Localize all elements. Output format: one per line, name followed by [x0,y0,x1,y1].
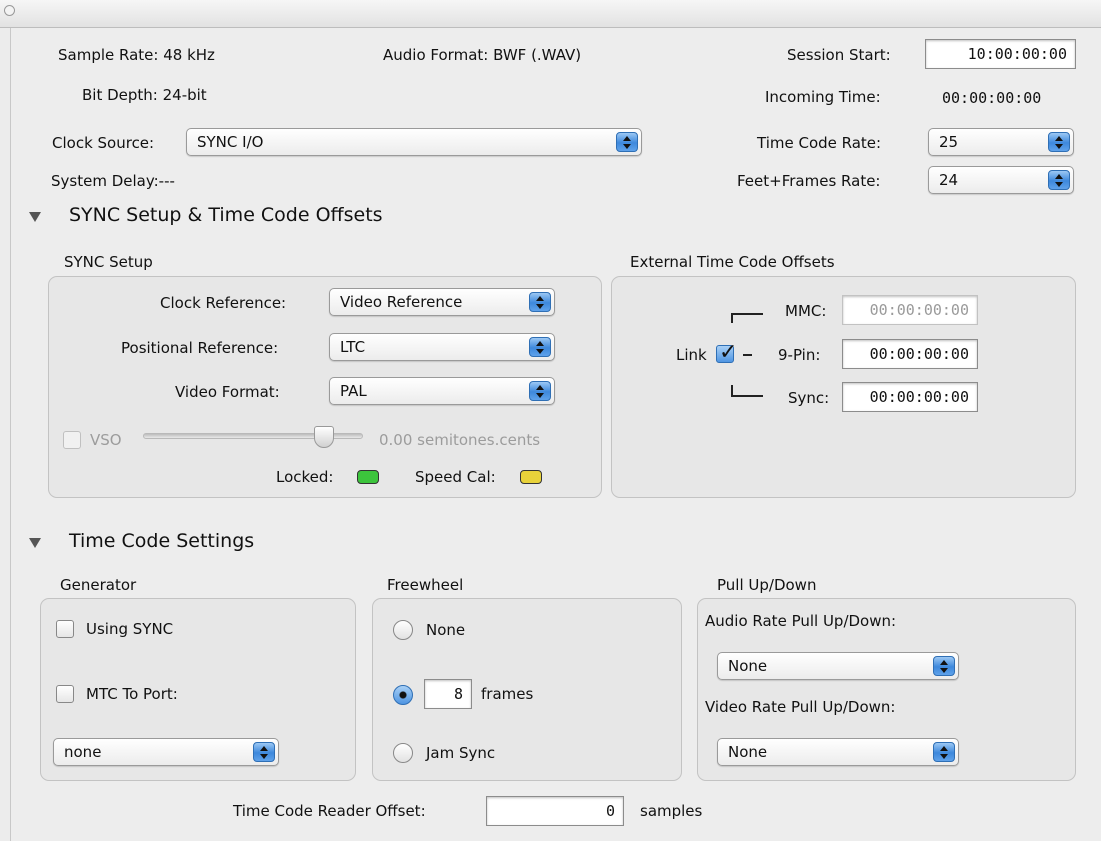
popup-arrows-icon [529,337,551,357]
link-label: Link [676,346,707,364]
speed-cal-label: Speed Cal: [415,468,496,486]
feet-frames-rate-value: 24 [939,171,959,189]
clock-reference-label: Clock Reference: [160,294,287,312]
sample-rate-text: Sample Rate: 48 kHz [58,46,215,64]
popup-arrows-icon [933,742,955,762]
tc-section-title: Time Code Settings [69,530,255,552]
locked-led-indicator [357,470,379,484]
clock-reference-popup[interactable]: Video Reference [329,288,555,316]
using-sync-checkbox[interactable] [56,620,74,638]
freewheel-frames-field[interactable]: 8 [424,679,472,709]
freewheel-title: Freewheel [387,576,464,594]
generator-title: Generator [60,576,137,594]
pull-title: Pull Up/Down [717,576,817,594]
audio-pull-popup[interactable]: None [717,652,959,680]
time-code-rate-popup[interactable]: 25 [928,128,1074,156]
offsets-title: External Time Code Offsets [630,253,835,271]
sync-offset-label: Sync: [788,389,830,407]
mtc-to-port-label: MTC To Port: [86,685,178,703]
mtc-port-popup[interactable]: none [53,738,279,766]
freewheel-frames-radio[interactable] [393,685,413,705]
positional-reference-value: LTC [340,338,366,356]
video-format-value: PAL [340,382,367,400]
nine-pin-offset-field[interactable]: 00:00:00:00 [842,339,978,369]
video-format-label: Video Format: [175,383,280,401]
vso-checkbox[interactable] [63,431,81,449]
time-code-rate-label: Time Code Rate: [757,134,882,152]
feet-frames-rate-label: Feet+Frames Rate: [737,172,881,190]
popup-arrows-icon [1048,170,1070,190]
incoming-time-value: 00:00:00:00 [942,89,1042,107]
freewheel-none-radio[interactable] [393,620,413,640]
popup-arrows-icon [616,132,638,152]
vso-slider-thumb[interactable] [314,426,334,448]
freewheel-frames-label: frames [481,685,534,703]
popup-arrows-icon [529,381,551,401]
jam-sync-radio[interactable] [393,743,413,763]
link-bracket-top [731,313,763,323]
link-bracket-middle [743,354,752,356]
speed-cal-led-indicator [520,470,542,484]
clock-source-label: Clock Source: [52,134,155,152]
link-checkbox[interactable]: ✓ [716,340,737,365]
time-code-rate-value: 25 [939,133,959,151]
sync-section-title: SYNC Setup & Time Code Offsets [69,204,383,226]
clock-source-value: SYNC I/O [197,133,264,151]
audio-pull-value: None [728,657,768,675]
mmc-offset-field[interactable]: 00:00:00:00 [842,295,978,325]
audio-pull-label: Audio Rate Pull Up/Down: [705,612,897,630]
checkmark-icon: ✓ [719,340,738,365]
video-pull-label: Video Rate Pull Up/Down: [705,698,896,716]
locked-label: Locked: [276,468,334,486]
vso-value: 0.00 semitones.cents [379,431,541,449]
mtc-port-value: none [64,743,102,761]
clock-source-popup[interactable]: SYNC I/O [186,128,642,156]
video-pull-value: None [728,743,768,761]
reader-offset-label: Time Code Reader Offset: [233,802,426,820]
session-start-label: Session Start: [787,46,891,64]
title-bar [0,0,1101,28]
popup-arrows-icon [253,742,275,762]
bit-depth-text: Bit Depth: 24-bit [82,86,207,104]
incoming-time-label: Incoming Time: [765,88,881,106]
disclosure-triangle-icon[interactable] [29,538,41,548]
mmc-label: MMC: [785,302,827,320]
jam-sync-label: Jam Sync [426,744,496,762]
session-start-field[interactable]: 10:00:00:00 [925,39,1076,69]
disclosure-triangle-icon[interactable] [29,212,41,222]
popup-arrows-icon [933,656,955,676]
positional-reference-popup[interactable]: LTC [329,333,555,361]
popup-arrows-icon [1048,132,1070,152]
sync-offset-field[interactable]: 00:00:00:00 [842,382,978,412]
using-sync-label: Using SYNC [86,620,174,638]
freewheel-none-label: None [426,621,466,639]
video-pull-popup[interactable]: None [717,738,959,766]
system-delay-text: System Delay:--- [51,172,175,190]
positional-reference-label: Positional Reference: [121,339,279,357]
link-bracket-bottom [731,385,763,397]
audio-format-text: Audio Format: BWF (.WAV) [383,46,582,64]
nine-pin-label: 9-Pin: [778,346,821,364]
feet-frames-rate-popup[interactable]: 24 [928,166,1074,194]
mtc-to-port-checkbox[interactable] [56,685,74,703]
popup-arrows-icon [529,292,551,312]
video-format-popup[interactable]: PAL [329,377,555,405]
clock-reference-value: Video Reference [340,293,463,311]
samples-label: samples [640,802,703,820]
window-close-icon[interactable] [4,5,15,16]
vso-label: VSO [90,431,122,449]
reader-offset-field[interactable]: 0 [486,796,624,826]
sync-setup-title: SYNC Setup [64,253,153,271]
